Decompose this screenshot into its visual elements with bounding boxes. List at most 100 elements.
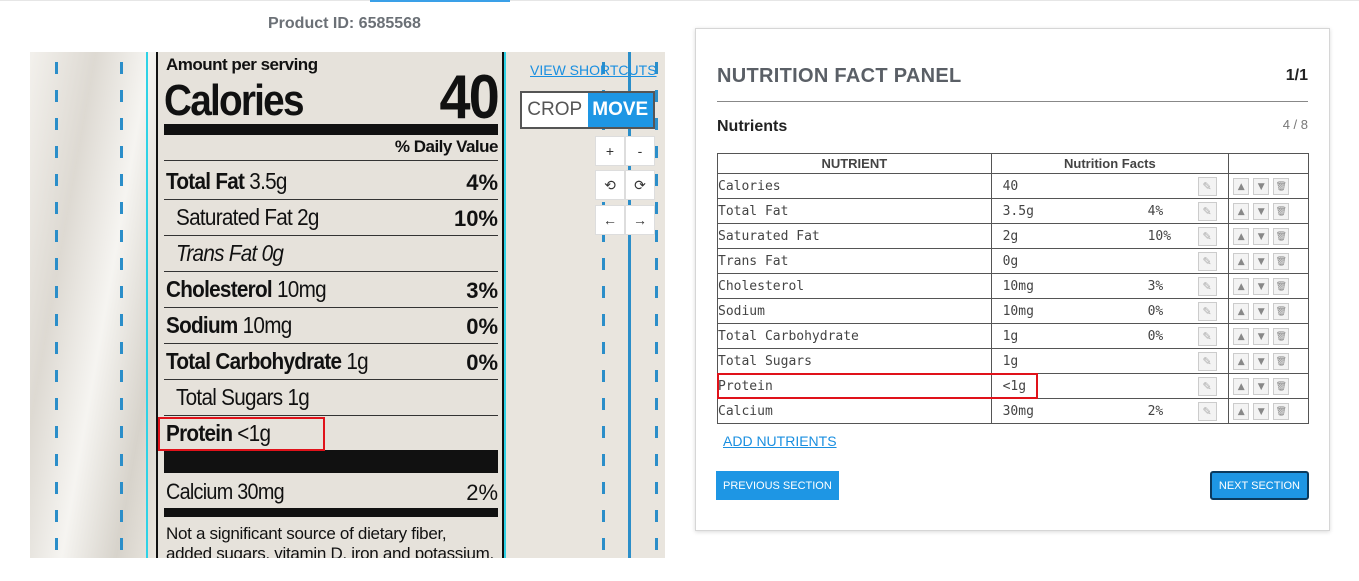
nutrient-value-cell[interactable]: 40 ✎ — [990, 173, 1230, 199]
nutrient-daily-value: 0% — [1147, 304, 1164, 319]
move-down-icon[interactable]: ▼ — [1253, 353, 1270, 370]
nutrient-value-cell[interactable]: 1g ✎ — [990, 348, 1230, 374]
edit-icon[interactable]: ✎ — [1197, 277, 1217, 296]
label-divider — [164, 415, 498, 416]
edit-icon[interactable]: ✎ — [1197, 377, 1217, 396]
label-divider — [164, 307, 498, 308]
panel-divider — [717, 101, 1308, 102]
label-bar — [164, 124, 498, 135]
delete-icon[interactable]: 🗑 — [1273, 278, 1290, 295]
label-row-pct: 10% — [453, 206, 498, 231]
column-header-facts: Nutrition Facts — [990, 153, 1230, 174]
move-up-icon[interactable]: ▲ — [1233, 303, 1250, 320]
edit-icon[interactable]: ✎ — [1197, 402, 1217, 421]
table-row: Calcium 30mg 2% ✎ ▲ ▼ 🗑 — [717, 398, 1309, 424]
crop-button[interactable]: CROP — [522, 93, 588, 127]
nutrient-value-cell[interactable]: 10mg 3% ✎ — [990, 273, 1230, 299]
move-up-icon[interactable]: ▲ — [1233, 403, 1250, 420]
move-down-icon[interactable]: ▼ — [1253, 328, 1270, 345]
label-row: Calcium 30mg — [166, 479, 285, 504]
delete-icon[interactable]: 🗑 — [1273, 403, 1290, 420]
move-up-icon[interactable]: ▲ — [1233, 353, 1250, 370]
delete-icon[interactable]: 🗑 — [1273, 253, 1290, 270]
nutrient-name-cell[interactable]: Total Carbohydrate — [717, 323, 992, 349]
edit-icon[interactable]: ✎ — [1197, 177, 1217, 196]
nutrient-value: 10mg — [1002, 304, 1034, 319]
crop-boundary — [146, 52, 148, 558]
edit-icon[interactable]: ✎ — [1197, 227, 1217, 246]
previous-section-button[interactable]: PREVIOUS SECTION — [716, 471, 839, 500]
zoom-out-button[interactable]: - — [625, 136, 655, 166]
nutrient-value-cell[interactable]: 3.5g 4% ✎ — [990, 198, 1230, 224]
label-row: Trans Fat 0g — [176, 240, 284, 266]
delete-icon[interactable]: 🗑 — [1273, 328, 1290, 345]
section-title: Nutrients — [717, 118, 788, 135]
delete-icon[interactable]: 🗑 — [1273, 228, 1290, 245]
move-down-icon[interactable]: ▼ — [1253, 303, 1270, 320]
next-section-button[interactable]: NEXT SECTION — [1209, 471, 1309, 500]
move-up-icon[interactable]: ▲ — [1233, 253, 1250, 270]
row-actions-cell: ▲ ▼ 🗑 — [1228, 373, 1309, 399]
edit-icon[interactable]: ✎ — [1197, 352, 1217, 371]
table-row: Total Carbohydrate 1g 0% ✎ ▲ ▼ 🗑 — [717, 323, 1309, 349]
move-button[interactable]: MOVE — [587, 93, 653, 127]
view-shortcuts-link[interactable]: VIEW SHORTCUTS — [530, 62, 657, 78]
add-nutrients-link[interactable]: ADD NUTRIENTS — [723, 433, 837, 449]
panel-title: NUTRITION FACT PANEL — [717, 65, 962, 87]
table-row: Cholesterol 10mg 3% ✎ ▲ ▼ 🗑 — [717, 273, 1309, 299]
delete-icon[interactable]: 🗑 — [1273, 303, 1290, 320]
row-actions-cell: ▲ ▼ 🗑 — [1228, 173, 1309, 199]
edit-icon[interactable]: ✎ — [1197, 252, 1217, 271]
pan-right-icon[interactable]: → — [625, 205, 655, 235]
zoom-in-button[interactable]: + — [595, 136, 625, 166]
label-row: Total Sugars 1g — [176, 384, 310, 410]
delete-icon[interactable]: 🗑 — [1273, 353, 1290, 370]
move-up-icon[interactable]: ▲ — [1233, 203, 1250, 220]
nutrient-value-cell[interactable]: 2g 10% ✎ — [990, 223, 1230, 249]
move-up-icon[interactable]: ▲ — [1233, 378, 1250, 395]
nutrient-name-cell[interactable]: Cholesterol — [717, 273, 992, 299]
label-bar — [164, 450, 498, 473]
delete-icon[interactable]: 🗑 — [1273, 178, 1290, 195]
label-divider — [164, 199, 498, 200]
move-up-icon[interactable]: ▲ — [1233, 178, 1250, 195]
move-down-icon[interactable]: ▼ — [1253, 228, 1270, 245]
move-down-icon[interactable]: ▼ — [1253, 278, 1270, 295]
nutrient-name-cell[interactable]: Saturated Fat — [717, 223, 992, 249]
label-divider — [164, 379, 498, 380]
table-row: Total Sugars 1g ✎ ▲ ▼ 🗑 — [717, 348, 1309, 374]
label-divider — [164, 160, 498, 161]
nutrient-value-cell[interactable]: 30mg 2% ✎ — [990, 398, 1230, 424]
move-down-icon[interactable]: ▼ — [1253, 178, 1270, 195]
move-down-icon[interactable]: ▼ — [1253, 403, 1270, 420]
move-up-icon[interactable]: ▲ — [1233, 278, 1250, 295]
row-actions-cell: ▲ ▼ 🗑 — [1228, 298, 1309, 324]
rotate-left-icon[interactable]: ⟲ — [595, 170, 625, 200]
move-up-icon[interactable]: ▲ — [1233, 228, 1250, 245]
delete-icon[interactable]: 🗑 — [1273, 378, 1290, 395]
rotate-right-icon[interactable]: ⟳ — [625, 170, 655, 200]
edit-icon[interactable]: ✎ — [1197, 202, 1217, 221]
move-down-icon[interactable]: ▼ — [1253, 253, 1270, 270]
move-up-icon[interactable]: ▲ — [1233, 328, 1250, 345]
nutrient-name-cell[interactable]: Protein — [717, 373, 992, 399]
nutrient-name-cell[interactable]: Calcium — [717, 398, 992, 424]
nutrient-name-cell[interactable]: Calories — [717, 173, 992, 199]
nutrient-name-cell[interactable]: Sodium — [717, 298, 992, 324]
nutrient-name-cell[interactable]: Trans Fat — [717, 248, 992, 274]
nutrient-name-cell[interactable]: Total Sugars — [717, 348, 992, 374]
move-down-icon[interactable]: ▼ — [1253, 378, 1270, 395]
nutrient-value-cell[interactable]: 0g ✎ — [990, 248, 1230, 274]
pan-left-icon[interactable]: ← — [595, 205, 625, 235]
edit-icon[interactable]: ✎ — [1197, 327, 1217, 346]
row-actions-cell: ▲ ▼ 🗑 — [1228, 398, 1309, 424]
nutrient-value-cell[interactable]: 10mg 0% ✎ — [990, 298, 1230, 324]
edit-icon[interactable]: ✎ — [1197, 302, 1217, 321]
move-down-icon[interactable]: ▼ — [1253, 203, 1270, 220]
delete-icon[interactable]: 🗑 — [1273, 203, 1290, 220]
table-row: Total Fat 3.5g 4% ✎ ▲ ▼ 🗑 — [717, 198, 1309, 224]
nutrient-value-cell[interactable]: <1g ✎ — [990, 373, 1230, 399]
nutrient-value-cell[interactable]: 1g 0% ✎ — [990, 323, 1230, 349]
nutrient-name-cell[interactable]: Total Fat — [717, 198, 992, 224]
row-actions-cell: ▲ ▼ 🗑 — [1228, 348, 1309, 374]
